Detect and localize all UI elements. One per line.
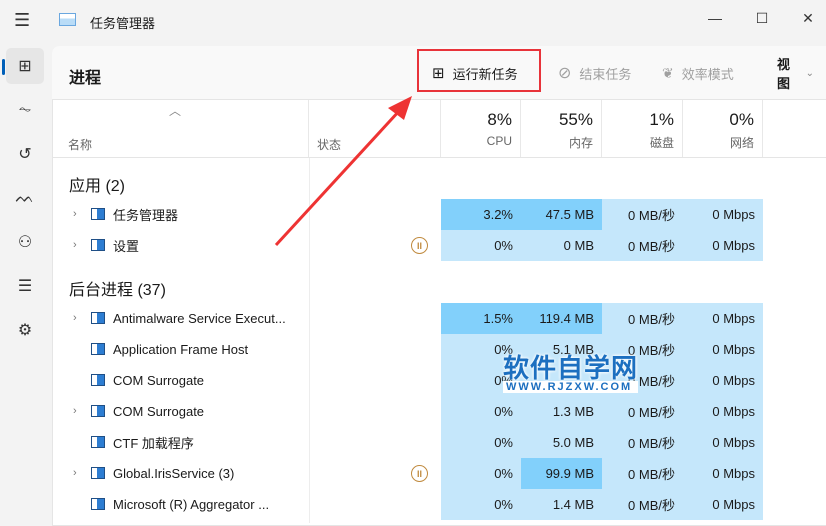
- annotation-arrow: [274, 96, 412, 247]
